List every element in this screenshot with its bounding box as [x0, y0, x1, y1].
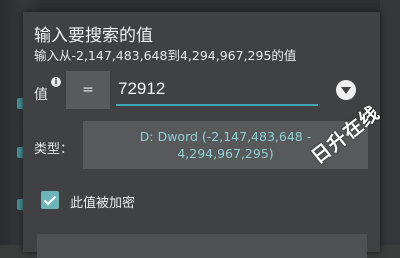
operator-button[interactable]: = — [66, 71, 110, 109]
type-label: 类型： — [34, 142, 74, 157]
chevron-down-icon[interactable] — [336, 80, 356, 100]
value-label: 值 — [34, 87, 48, 103]
background-app-header — [0, 0, 400, 12]
background-app-edge — [380, 0, 400, 245]
search-value-input[interactable]: 72912 — [116, 76, 318, 106]
dialog-subtitle: 输入从-2,147,483,648到4,294,967,295的值 — [34, 48, 297, 63]
encrypted-checkbox-label[interactable]: 此值被加密 — [70, 192, 135, 211]
dialog-action-button[interactable] — [37, 234, 367, 258]
encrypted-checkbox[interactable] — [41, 191, 59, 209]
info-icon[interactable]: i — [51, 77, 61, 87]
checkmark-icon — [43, 195, 57, 206]
dialog-title: 输入要搜索的值 — [34, 26, 153, 46]
